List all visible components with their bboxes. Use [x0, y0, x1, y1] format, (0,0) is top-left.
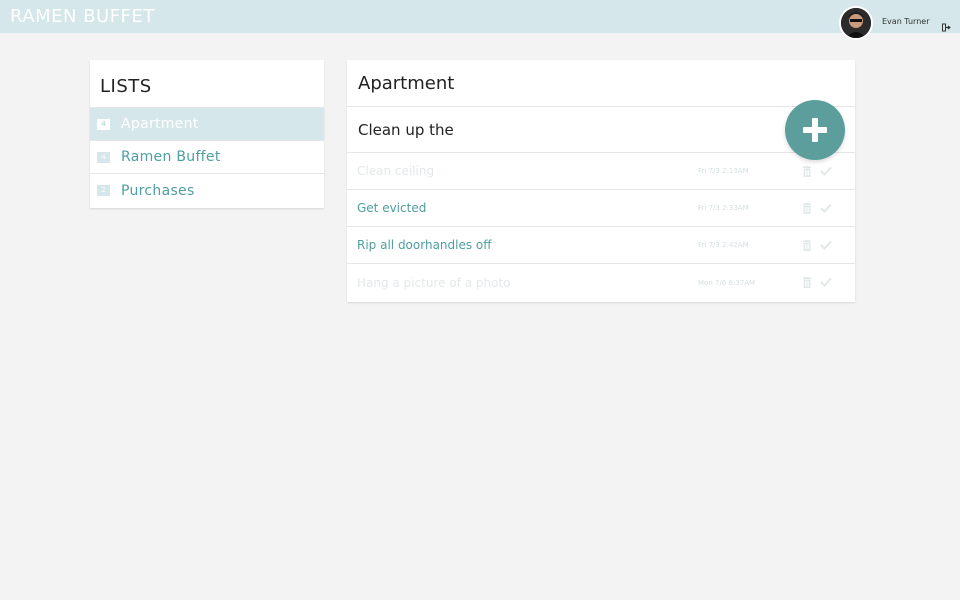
list-count-badge: 2: [97, 185, 110, 196]
new-task-row: [347, 107, 855, 153]
task-row[interactable]: Hang a picture of a photo Mon 7/6 6:37AM: [347, 264, 855, 301]
task-timestamp: Fri 7/3 2:13AM: [698, 167, 749, 175]
sidebar-item-apartment[interactable]: 4 Apartment: [90, 108, 324, 141]
list-label: Apartment: [121, 116, 199, 132]
list-title: Apartment: [347, 60, 855, 107]
add-task-button[interactable]: [785, 100, 845, 160]
trash-icon[interactable]: [802, 203, 812, 214]
avatar[interactable]: [839, 6, 873, 40]
task-timestamp: Mon 7/6 6:37AM: [698, 278, 756, 287]
trash-icon[interactable]: [802, 240, 812, 251]
trash-icon[interactable]: [802, 166, 812, 177]
task-text[interactable]: Rip all doorhandles off: [357, 238, 697, 252]
task-text[interactable]: Clean ceiling: [357, 164, 697, 178]
task-row[interactable]: Get evicted Fri 7/3 2:33AM: [347, 190, 855, 227]
list-label: Ramen Buffet: [121, 149, 221, 165]
sidebar-item-purchases[interactable]: 2 Purchases: [90, 174, 324, 207]
lists-title: LISTS: [90, 60, 324, 108]
task-timestamp: Fri 7/3 2:33AM: [698, 204, 749, 212]
top-navbar: RAMEN BUFFET Evan Turner: [0, 0, 960, 40]
lists-panel: LISTS 4 Apartment 4 Ramen Buffet 2 Purch…: [90, 60, 324, 208]
plus-icon: [803, 118, 827, 142]
check-icon[interactable]: [820, 277, 832, 287]
trash-icon[interactable]: [802, 277, 812, 288]
check-icon[interactable]: [820, 203, 832, 213]
new-task-input[interactable]: [358, 120, 738, 139]
list-count-badge: 4: [97, 118, 110, 130]
list-count-badge: 4: [97, 151, 110, 163]
task-text[interactable]: Get evicted: [357, 201, 697, 215]
sidebar-item-ramen-buffet[interactable]: 4 Ramen Buffet: [90, 141, 324, 174]
logout-icon[interactable]: [942, 17, 951, 32]
task-text[interactable]: Hang a picture of a photo: [357, 276, 697, 290]
check-icon[interactable]: [820, 166, 832, 176]
user-name[interactable]: Evan Turner: [882, 17, 929, 26]
list-label: Purchases: [121, 182, 195, 199]
check-icon[interactable]: [820, 240, 832, 250]
task-timestamp: Fri 7/3 2:42AM: [698, 241, 749, 249]
task-row[interactable]: Rip all doorhandles off Fri 7/3 2:42AM: [347, 227, 855, 264]
task-row[interactable]: Clean ceiling Fri 7/3 2:13AM: [347, 153, 855, 190]
tasks-panel: Apartment Clean ceiling Fri 7/3 2:13AM G…: [347, 60, 855, 302]
app-brand[interactable]: RAMEN BUFFET: [10, 6, 155, 27]
